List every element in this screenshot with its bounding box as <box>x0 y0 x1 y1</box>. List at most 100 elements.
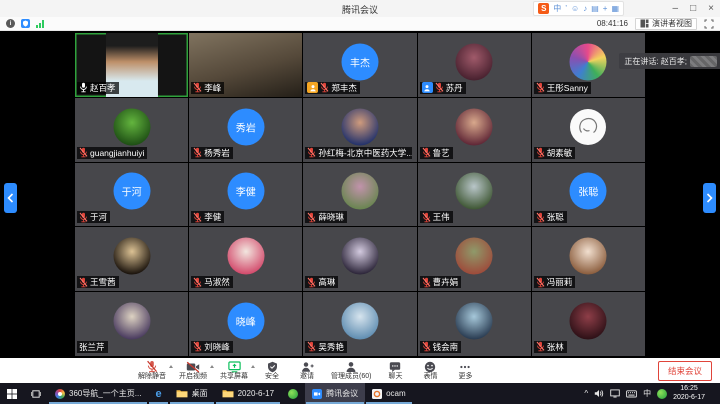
participant-tile[interactable]: 于河于河 <box>75 163 188 227</box>
participant-name: 张林 <box>547 341 564 353</box>
participant-name: 薛晓琳 <box>318 211 344 223</box>
mic-muted-icon <box>79 212 88 223</box>
minimize-button[interactable]: – <box>673 3 679 14</box>
mic-muted-icon <box>422 341 431 352</box>
participant-tile[interactable]: 王伟 <box>418 163 531 227</box>
participant-tile[interactable]: 晓峰刘晓峰 <box>189 292 302 356</box>
close-button[interactable]: × <box>708 3 714 14</box>
participant-tile[interactable]: 秀岩杨秀岩 <box>189 98 302 162</box>
chevron-up-icon[interactable] <box>210 365 214 368</box>
taskbar-item-edge[interactable]: e <box>148 383 168 404</box>
taskbar-item-tencent-meeting[interactable]: 腾讯会议 <box>305 383 365 404</box>
participant-tile[interactable]: 赵百孝 <box>75 33 188 97</box>
participant-tile[interactable]: 吴秀艳 <box>303 292 416 356</box>
participant-tile[interactable]: 丰杰郑丰杰 <box>303 33 416 97</box>
mic-muted-icon <box>536 82 545 93</box>
ime-emoji-icon[interactable]: ☺ <box>571 3 579 14</box>
restore-button[interactable]: □ <box>690 3 696 14</box>
participant-tile[interactable]: 张林 <box>532 292 645 356</box>
toolbar-items: 解除静音开启视频共享屏幕安全邀请管理成员(60) 聊天表情更多 <box>138 360 476 381</box>
participant-tile[interactable]: 孙红梅-北京中医药大学... <box>303 98 416 162</box>
ime-toolbox-icon[interactable]: + <box>603 3 608 14</box>
next-page-button[interactable] <box>703 183 716 213</box>
member-badge-icon <box>422 82 433 93</box>
participant-tile[interactable]: 王雪茜 <box>75 227 188 291</box>
participant-tile[interactable]: 胡素敏 <box>532 98 645 162</box>
video-gallery-stage: 赵百孝李峰丰杰郑丰杰苏丹王彤Sannyguangjianhuiyi秀岩杨秀岩孙红… <box>0 31 720 358</box>
volume-icon[interactable] <box>594 389 604 398</box>
mic-muted-icon <box>422 147 431 158</box>
participant-tile[interactable]: 冯丽莉 <box>532 227 645 291</box>
participant-name: 刘晓峰 <box>204 341 230 353</box>
participant-tile[interactable]: 苏丹 <box>418 33 531 97</box>
avatar <box>227 238 264 275</box>
participant-label: 曹卉娟 <box>420 276 462 288</box>
participant-label: 鲁艺 <box>420 147 453 159</box>
toolbar-item-manage-members[interactable]: 管理成员(60) <box>331 360 371 381</box>
toolbar-item-share-screen[interactable]: 共享屏幕 <box>220 360 248 381</box>
participant-tile[interactable]: 张兰芹 <box>75 292 188 356</box>
speaking-banner: 正在讲话: 赵百孝; <box>619 53 720 69</box>
taskbar-item-task-view[interactable] <box>24 383 48 404</box>
avatar: 秀岩 <box>227 108 264 145</box>
taskbar-item-start[interactable] <box>0 383 24 404</box>
signal-strength-icon[interactable] <box>36 20 44 28</box>
unmute-icon <box>146 360 158 373</box>
toolbar-item-more[interactable]: 更多 <box>454 360 476 381</box>
ime-lang-icon[interactable]: 中 <box>553 3 561 14</box>
taskbar-item-desktop-folder[interactable]: 桌面 <box>169 383 215 404</box>
touch-keyboard-icon[interactable] <box>626 390 637 398</box>
participant-label: 胡素敏 <box>534 147 576 159</box>
ime-mic-icon[interactable]: ♪ <box>583 3 587 14</box>
participant-tile[interactable]: 薛晓琳 <box>303 163 416 227</box>
info-icon[interactable]: i <box>6 19 15 28</box>
toolbar-item-chat[interactable]: 聊天 <box>384 360 406 381</box>
safety-badge-icon[interactable] <box>657 389 667 399</box>
participant-name: 鲁艺 <box>433 147 450 159</box>
participant-tile[interactable]: 曹卉娟 <box>418 227 531 291</box>
participant-tile[interactable]: guangjianhuiyi <box>75 98 188 162</box>
toolbar-item-invite[interactable]: 邀请 <box>296 360 318 381</box>
participant-tile[interactable]: 马淑然 <box>189 227 302 291</box>
toolbar-item-start-video[interactable]: 开启视频 <box>179 360 207 381</box>
manage-members-icon <box>345 360 357 373</box>
taskbar-item-ocam[interactable]: ocam <box>365 383 413 404</box>
taskbar-clock[interactable]: 16:25 2020-6-17 <box>673 385 705 402</box>
ime-keyboard-icon[interactable]: ▤ <box>591 3 599 14</box>
end-meeting-button[interactable]: 结束会议 <box>658 361 712 381</box>
participant-tile[interactable]: 鲁艺 <box>418 98 531 162</box>
prev-page-button[interactable] <box>4 183 17 213</box>
participant-tile[interactable]: 高琳 <box>303 227 416 291</box>
tray-expand-icon[interactable]: ^ <box>584 389 588 398</box>
ime-grid-icon[interactable]: ▦ <box>611 3 619 14</box>
participant-name: 李健 <box>204 211 221 223</box>
participant-tile[interactable]: 钱会南 <box>418 292 531 356</box>
participant-tile[interactable]: 李健李健 <box>189 163 302 227</box>
display-icon[interactable] <box>610 389 620 398</box>
toolbar-item-security[interactable]: 安全 <box>261 360 283 381</box>
participant-tile[interactable]: 张聪张聪 <box>532 163 645 227</box>
chevron-up-icon[interactable] <box>169 365 173 368</box>
system-tray: ^ 中 16:25 2020-6-17 <box>579 383 720 404</box>
participant-name: 张聪 <box>547 211 564 223</box>
ime-toolbar[interactable]: S 中’☺♪▤+▦ <box>533 1 624 16</box>
toolbar-item-unmute[interactable]: 解除静音 <box>138 360 166 381</box>
ime-zh-indicator[interactable]: 中 <box>643 388 651 399</box>
tencent-meeting-icon <box>312 389 322 399</box>
participant-label: 苏丹 <box>420 82 466 94</box>
taskbar-item-360nav[interactable]: 360导航_一个主页... <box>48 383 148 404</box>
participant-tile[interactable]: 李峰 <box>189 33 302 97</box>
fullscreen-button[interactable] <box>704 19 714 29</box>
360-safety-icon <box>288 389 298 399</box>
taskbar-item-360-safety[interactable] <box>281 383 305 404</box>
ime-quote-icon[interactable]: ’ <box>565 3 567 14</box>
avatar <box>456 43 493 80</box>
chevron-up-icon[interactable] <box>251 365 255 368</box>
speaker-view-button[interactable]: 演讲者视图 <box>635 18 697 30</box>
participant-name: 马淑然 <box>204 276 230 288</box>
task-view-icon <box>31 389 41 399</box>
taskbar-item-label: 腾讯会议 <box>326 388 358 399</box>
shield-icon[interactable] <box>21 19 30 28</box>
taskbar-item-date-folder[interactable]: 2020-6-17 <box>215 383 281 404</box>
toolbar-item-emoji[interactable]: 表情 <box>419 360 441 381</box>
